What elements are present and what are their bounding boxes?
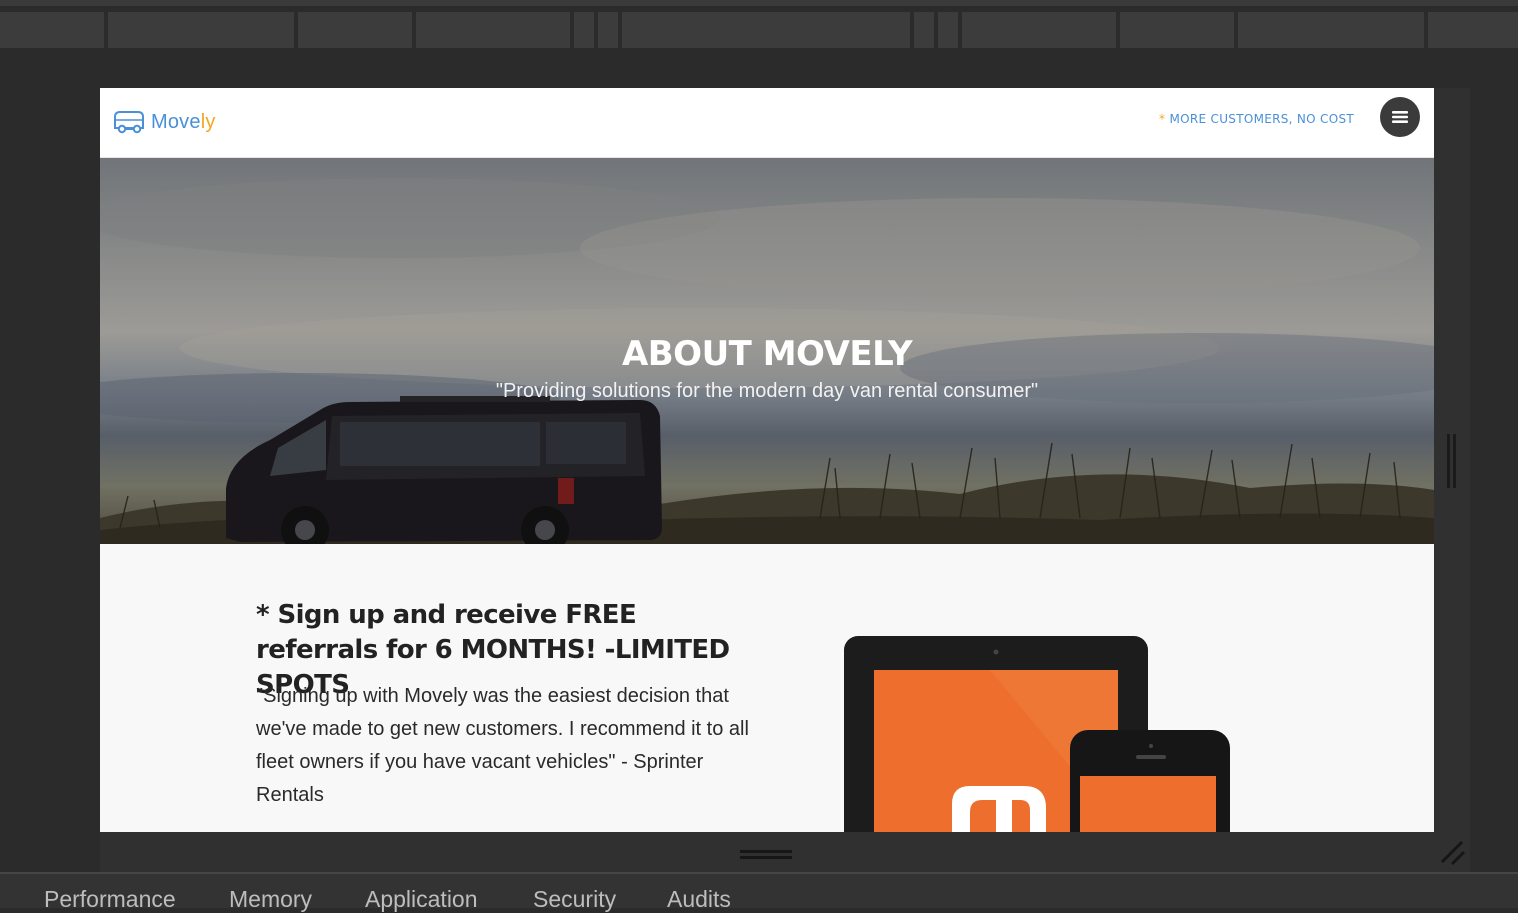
promo-link[interactable]: * MORE CUSTOMERS, NO COST [1159,112,1354,126]
site-header: Movely * MORE CUSTOMERS, NO COST [100,88,1434,158]
hamburger-icon [1392,111,1408,123]
logo-text: Movely [151,110,216,133]
hero-banner: ABOUT MOVELY "Providing solutions for th… [100,158,1434,544]
corner-resize-handle[interactable] [1440,840,1466,866]
device-ruler [0,0,1518,48]
tab-application[interactable]: Application [365,886,478,913]
movely-logo[interactable]: Movely [112,108,216,136]
promo-link-text: MORE CUSTOMERS, NO COST [1169,112,1354,126]
van-logo-icon [114,111,144,134]
testimonial-text: "Signing up with Movely was the easiest … [256,685,749,806]
devtools-tab-bar: Performance Memory Application Security … [0,872,1518,912]
tablet-phone-illustration [844,636,1230,832]
bottom-resize-handle[interactable] [740,848,792,860]
signup-section: * Sign up and receive FREE referrals for… [100,544,1434,832]
hero-title: ABOUT MOVELY [621,334,913,374]
hero-subtitle: "Providing solutions for the modern day … [495,380,1039,402]
page-viewport: Movely * MORE CUSTOMERS, NO COST ABOUT M… [100,88,1434,832]
promo-star: * [1159,112,1166,126]
tab-security[interactable]: Security [533,886,616,913]
tab-performance[interactable]: Performance [44,886,176,913]
hamburger-menu-button[interactable] [1380,97,1420,137]
tab-memory[interactable]: Memory [229,886,312,913]
tab-audits[interactable]: Audits [667,886,731,913]
right-resize-handle[interactable] [1446,434,1458,488]
